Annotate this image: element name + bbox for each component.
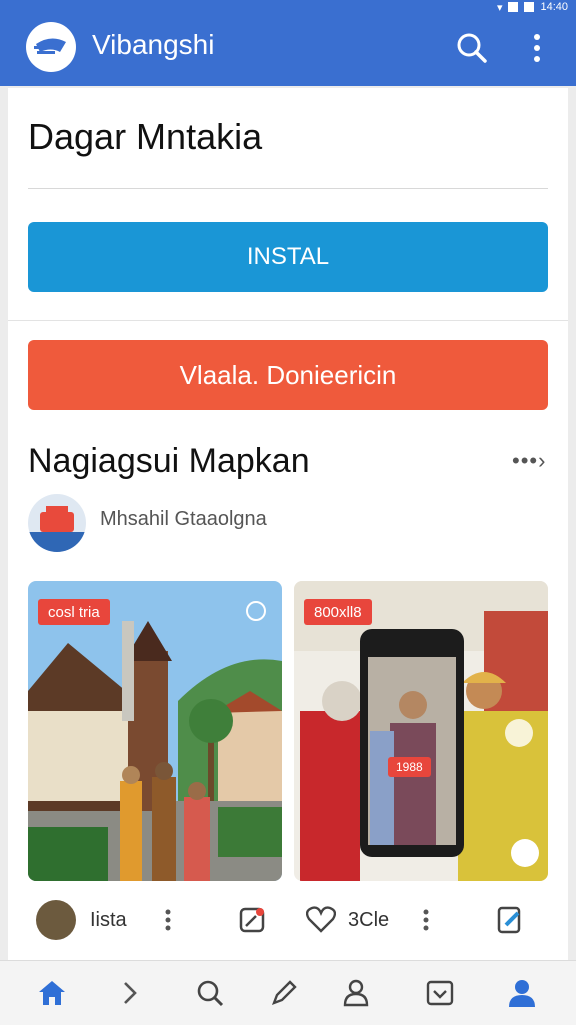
wifi-icon: ▾ xyxy=(496,1,503,14)
people-with-phone-photo xyxy=(294,581,548,881)
divider xyxy=(8,320,568,321)
battery-icon xyxy=(524,2,535,12)
chevron-right-icon xyxy=(124,982,137,1004)
home-icon xyxy=(39,981,65,1005)
more-options-button[interactable] xyxy=(524,30,550,66)
bookmark-edit-icon xyxy=(497,906,521,934)
page-title: Dagar Mntakia xyxy=(28,116,263,157)
nav-forward[interactable] xyxy=(110,973,150,1013)
divider xyxy=(28,188,548,189)
media-tile[interactable]: cosl tria xyxy=(28,581,282,881)
nav-profile[interactable] xyxy=(336,973,376,1013)
search-icon xyxy=(457,33,487,63)
edit-icon xyxy=(239,907,265,933)
like-button[interactable] xyxy=(304,902,338,936)
nav-search[interactable] xyxy=(190,973,230,1013)
nav-home[interactable] xyxy=(32,973,72,1013)
user-avatar[interactable] xyxy=(36,900,76,940)
more-vert-icon xyxy=(534,34,540,62)
primary-action-button[interactable]: Vlaala. Donieericin xyxy=(28,340,548,410)
install-button[interactable]: INSTAL xyxy=(28,222,548,292)
nav-inbox[interactable] xyxy=(420,973,460,1013)
edit-post-button[interactable] xyxy=(236,904,268,936)
more-vert-icon xyxy=(423,909,429,931)
person-outline-icon xyxy=(343,979,369,1007)
heart-icon xyxy=(306,906,336,933)
search-button[interactable] xyxy=(454,30,490,66)
user-label: Iista xyxy=(90,908,127,931)
more-vert-button[interactable] xyxy=(416,904,436,936)
more-vert-button[interactable] xyxy=(158,904,178,936)
author-avatar[interactable] xyxy=(28,494,86,552)
colonial-building-people-photo xyxy=(28,581,282,881)
section-title: Nagiagsui Mapkan xyxy=(28,442,310,480)
app-detail-card: Dagar Mntakia INSTAL Vlaala. Donieericin… xyxy=(8,88,568,968)
pen-icon xyxy=(271,980,297,1006)
likes-count: 3Cle xyxy=(348,908,390,931)
more-vert-icon xyxy=(165,909,171,931)
account-icon xyxy=(509,980,535,1007)
tile-badge: cosl tria xyxy=(38,599,110,625)
post-action-row: Iista 3Cle xyxy=(8,892,568,948)
phone-badge: 1988 xyxy=(388,757,431,777)
section-more-button[interactable]: •••› xyxy=(512,448,546,474)
media-tile[interactable]: 800xll8 1988 xyxy=(294,581,548,881)
bottom-navigation xyxy=(0,960,576,1025)
status-time: 14:40 xyxy=(540,1,568,13)
search-icon xyxy=(197,980,224,1007)
tile-badge: 800xll8 xyxy=(304,599,372,625)
signal-icon xyxy=(508,2,519,12)
inbox-icon xyxy=(426,980,454,1006)
nav-account[interactable] xyxy=(502,973,542,1013)
nav-compose[interactable] xyxy=(264,973,304,1013)
author-name: Mhsahil Gtaaolgna xyxy=(100,508,267,530)
status-icons: ▾ 14:40 xyxy=(497,0,568,14)
save-button[interactable] xyxy=(494,904,526,936)
app-logo-icon xyxy=(26,22,76,72)
app-title: Vibangshi xyxy=(92,29,215,60)
status-bar: ▾ 14:40 xyxy=(0,0,576,14)
app-bar: Vibangshi xyxy=(0,14,576,86)
